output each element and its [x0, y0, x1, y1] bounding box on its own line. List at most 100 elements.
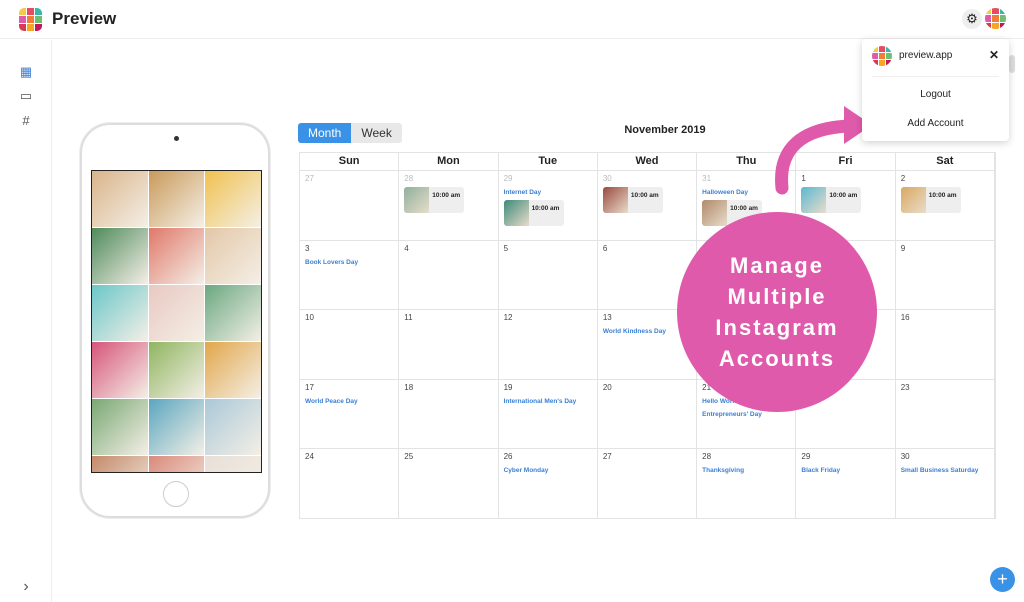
day-cell[interactable]: 9	[896, 240, 995, 309]
logo-tile	[886, 46, 892, 52]
logo-tile	[27, 24, 34, 31]
day-number: 28	[404, 174, 414, 183]
grid-icon[interactable]: ▦	[19, 64, 33, 80]
account-avatar[interactable]	[985, 8, 1006, 29]
scheduled-post[interactable]: 10:00 am	[602, 187, 663, 213]
day-cell[interactable]: 16	[896, 310, 995, 379]
preview-photo[interactable]	[148, 342, 205, 398]
day-cell[interactable]: 3 Book Lovers Day	[300, 240, 400, 309]
day-cell[interactable]: 27	[300, 171, 400, 240]
preview-photo[interactable]	[205, 456, 261, 472]
account-menu: preview.app ✕ Logout Add Account	[862, 39, 1009, 141]
day-cell[interactable]: 26 Cyber Monday	[499, 449, 598, 518]
day-number: 27	[602, 452, 612, 461]
preview-photo[interactable]	[205, 399, 261, 455]
logo-tile	[985, 22, 992, 29]
weekday-header: Sun Mon Tue Wed Thu Fri Sat	[300, 153, 995, 170]
add-account-button[interactable]: Add Account	[862, 118, 1009, 129]
close-icon[interactable]: ✕	[989, 48, 999, 62]
day-cell[interactable]: 25	[399, 449, 499, 518]
event-label[interactable]: Book Lovers Day	[305, 259, 393, 266]
gear-icon[interactable]: ⚙	[962, 9, 982, 29]
logo-tile	[19, 24, 26, 31]
day-cell[interactable]: 11	[399, 310, 499, 379]
preview-photo[interactable]	[148, 228, 205, 284]
scheduled-post[interactable]: 10:00 am	[900, 187, 961, 213]
preview-photo[interactable]	[205, 171, 261, 227]
day-number: 30	[900, 452, 910, 461]
week-row: 10111213World Kindness Day141516	[300, 309, 995, 379]
scrollbar[interactable]	[1009, 55, 1015, 73]
app-logo	[19, 8, 42, 31]
post-thumbnail	[503, 200, 529, 226]
day-cell[interactable]: 28 10:00 am	[399, 171, 499, 240]
day-number: 29	[503, 174, 513, 183]
preview-photo[interactable]	[92, 342, 148, 398]
preview-photo[interactable]	[92, 456, 148, 472]
calendar-icon[interactable]: ▭	[19, 88, 33, 104]
preview-photo[interactable]	[148, 171, 205, 227]
tab-month[interactable]: Month	[298, 123, 352, 143]
day-cell[interactable]: 30 Small Business Saturday	[896, 449, 995, 518]
scheduled-post[interactable]: 10:00 am	[503, 200, 564, 226]
day-cell[interactable]: 19 International Men's Day	[499, 379, 598, 448]
promo-text-line: Multiple	[727, 284, 827, 309]
day-cell[interactable]: 18	[399, 379, 499, 448]
day-cell[interactable]: 12	[499, 310, 598, 379]
day-number: 26	[503, 452, 513, 461]
day-cell[interactable]: 17 World Peace Day	[300, 379, 400, 448]
day-cell[interactable]: 30 10:00 am	[598, 171, 698, 240]
event-label[interactable]: Cyber Monday	[504, 467, 592, 474]
account-name: preview.app	[899, 50, 953, 61]
preview-photo[interactable]	[148, 285, 205, 341]
preview-photo[interactable]	[148, 456, 205, 472]
event-label[interactable]: Internet Day	[504, 189, 592, 196]
preview-photo[interactable]	[92, 399, 148, 455]
day-cell[interactable]: 28 Thanksgiving	[697, 449, 797, 518]
day-cell[interactable]: 27	[598, 449, 698, 518]
phone-speaker	[174, 136, 179, 141]
tab-week[interactable]: Week	[351, 123, 402, 143]
event-label[interactable]: Black Friday	[801, 467, 889, 474]
add-post-button[interactable]: +	[990, 567, 1015, 592]
event-label[interactable]: World Peace Day	[305, 398, 393, 405]
day-cell[interactable]: 4	[399, 240, 499, 309]
logo-tile	[872, 46, 878, 52]
logo-tile	[872, 53, 878, 59]
day-cell[interactable]: 5	[499, 240, 598, 309]
day-cell[interactable]: 2 10:00 am	[896, 171, 995, 240]
hashtag-icon[interactable]: #	[19, 113, 33, 128]
day-cell[interactable]: 29 Internet Day 10:00 am	[499, 171, 598, 240]
day-cell[interactable]: 23	[896, 379, 995, 448]
logo-tile	[879, 46, 885, 52]
day-cell[interactable]: 20	[598, 379, 698, 448]
phone-home-button	[163, 481, 189, 507]
day-cell[interactable]: 24	[300, 449, 400, 518]
event-label[interactable]: Thanksgiving	[702, 467, 790, 474]
view-tabs: Month Week	[298, 123, 402, 143]
post-time: 10:00 am	[630, 192, 659, 199]
logout-button[interactable]: Logout	[862, 89, 1009, 100]
week-row: 24 25 26 Cyber Monday 27 28 Thanksgiving 29 Blac…	[300, 448, 995, 518]
preview-photo[interactable]	[92, 171, 148, 227]
logo-tile	[886, 53, 892, 59]
preview-photo[interactable]	[92, 285, 148, 341]
expand-sidebar-icon[interactable]: ›	[19, 578, 33, 596]
preview-photo[interactable]	[148, 399, 205, 455]
day-cell[interactable]: 29 Black Friday	[796, 449, 896, 518]
sidebar: ▦ ▭ # ›	[0, 40, 52, 602]
preview-photo[interactable]	[92, 228, 148, 284]
logo-tile	[886, 60, 892, 66]
post-time: 10:00 am	[432, 192, 461, 199]
instagram-grid-preview	[91, 170, 262, 473]
event-label[interactable]: Small Business Saturday	[901, 467, 989, 474]
day-number: 24	[305, 452, 314, 461]
preview-photo[interactable]	[205, 228, 261, 284]
preview-photo[interactable]	[205, 285, 261, 341]
preview-photo[interactable]	[205, 342, 261, 398]
day-number: 2	[900, 174, 906, 183]
weekday-wed: Wed	[598, 153, 698, 170]
scheduled-post[interactable]: 10:00 am	[404, 187, 465, 213]
event-label[interactable]: International Men's Day	[504, 398, 592, 405]
day-cell[interactable]: 10	[300, 310, 400, 379]
